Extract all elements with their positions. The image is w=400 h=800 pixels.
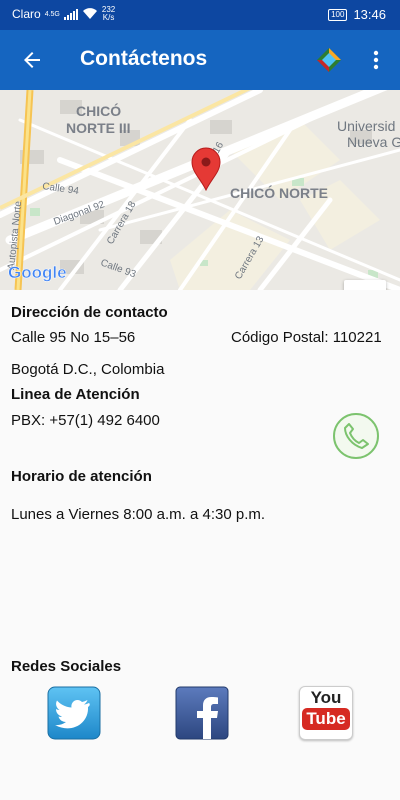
map-label-chico-norte-iii-2: NORTE III xyxy=(66,120,131,136)
hours-text: Lunes a Viernes 8:00 a.m. a 4:30 p.m. xyxy=(11,506,266,523)
map-label-chico-norte: CHICÓ NORTE xyxy=(230,184,328,201)
battery-icon: 100 xyxy=(328,8,348,21)
phone-call-icon[interactable] xyxy=(332,412,380,460)
hours-heading: Horario de atención xyxy=(11,468,152,485)
wifi-icon xyxy=(82,8,97,19)
app-logo-icon[interactable] xyxy=(316,47,342,73)
signal-icon xyxy=(63,8,78,20)
city-text: Bogotá D.C., Colombia xyxy=(11,361,165,378)
twitter-icon[interactable] xyxy=(47,686,101,740)
youtube-text-tube: Tube xyxy=(302,708,350,730)
map-label-universidad-2: Nueva G xyxy=(347,134,400,150)
address-heading: Dirección de contacto xyxy=(11,304,168,321)
back-arrow-icon[interactable] xyxy=(20,48,44,72)
map-label-universidad-1: Universid xyxy=(337,118,395,134)
page-title: Contáctenos xyxy=(80,47,208,70)
more-options-icon[interactable] xyxy=(372,50,380,70)
phone-heading: Linea de Atención xyxy=(11,386,140,403)
google-logo: Google xyxy=(8,263,67,282)
address-text: Calle 95 No 15–56 xyxy=(11,329,136,346)
network-type: 4.5G xyxy=(44,10,60,18)
status-bar: Claro 4.5G 232 K/s 100 13:46 xyxy=(0,0,400,30)
carrier-label: Claro xyxy=(12,7,41,21)
social-heading: Redes Sociales xyxy=(11,658,122,675)
network-speed: 232 K/s xyxy=(101,5,116,22)
youtube-icon[interactable]: You Tube xyxy=(299,686,353,740)
map-zoom-controls: + − xyxy=(344,280,386,290)
youtube-text-you: You xyxy=(310,688,342,707)
zoom-in-button[interactable]: + xyxy=(344,280,386,290)
map-tiles: CHICÓ NORTE III CHICÓ NORTE Universid Nu… xyxy=(0,90,400,290)
location-map[interactable]: CHICÓ NORTE III CHICÓ NORTE Universid Nu… xyxy=(0,90,400,290)
map-label-chico-norte-iii-1: CHICÓ xyxy=(76,102,121,119)
clock: 13:46 xyxy=(353,7,386,22)
postal-code-text: Código Postal: 110221 xyxy=(231,329,382,346)
app-bar: Contáctenos xyxy=(0,30,400,90)
phone-number[interactable]: PBX: +57(1) 492 6400 xyxy=(11,412,160,429)
facebook-icon[interactable] xyxy=(175,686,229,740)
